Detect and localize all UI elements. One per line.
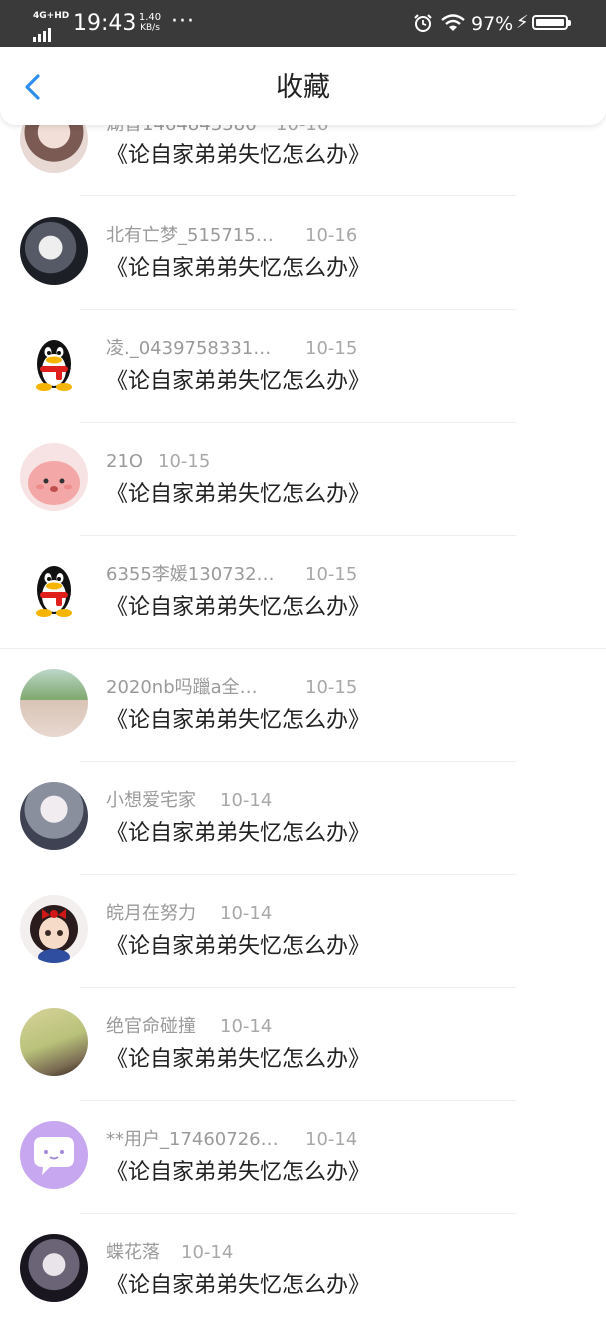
user-name[interactable]: 2020nb吗躐a全… (106, 677, 258, 699)
speed-value: 1.40 (138, 12, 162, 23)
avatar[interactable] (20, 895, 88, 963)
signal-icon: 4G+HD (33, 11, 69, 42)
post-date: 10-16 (305, 225, 358, 246)
list-item[interactable]: **用户_17460726… 10-14 《论自家弟弟失忆怎么办》 (0, 1101, 606, 1214)
post-date: 10-15 (305, 564, 358, 585)
avatar[interactable] (20, 443, 88, 511)
post-date: 10-15 (305, 677, 358, 698)
list-item[interactable]: 北有亡梦_515715… 10-16 《论自家弟弟失忆怎么办》 (0, 197, 606, 310)
favorite-title[interactable]: 《论自家弟弟失忆怎么办》 (106, 1159, 370, 1187)
post-date: 10-14 (220, 1016, 273, 1037)
user-name[interactable]: 蝶花落 (106, 1242, 160, 1264)
wifi-icon (441, 13, 465, 33)
user-name[interactable]: 北有亡梦_515715… (106, 225, 274, 247)
qq-penguin-icon[interactable] (20, 556, 88, 624)
post-date: 10-14 (220, 790, 273, 811)
user-name[interactable]: 皖月在努力 (106, 903, 196, 925)
favorite-title[interactable]: 《论自家弟弟失忆怎么办》 (106, 368, 370, 396)
favorite-title[interactable]: 《论自家弟弟失忆怎么办》 (106, 594, 370, 622)
favorite-title[interactable]: 《论自家弟弟失忆怎么办》 (106, 1272, 370, 1300)
chat-bubble-icon[interactable] (20, 1121, 88, 1189)
post-date: 10-15 (158, 451, 211, 472)
post-date: 10-14 (305, 1129, 358, 1150)
post-date: 10-15 (305, 338, 358, 359)
network-type: 4G+HD (33, 11, 70, 21)
post-date: 10-14 (220, 903, 273, 924)
avatar[interactable] (20, 1234, 88, 1302)
more-notifications-icon: ··· (171, 9, 195, 34)
divider (80, 195, 516, 196)
user-name[interactable]: 6355李媛130732… (106, 564, 275, 586)
user-name[interactable]: 21O (106, 451, 143, 473)
network-speed: 1.40 KB/s (137, 12, 163, 34)
list-item[interactable]: 绝官命碰撞 10-14 《论自家弟弟失忆怎么办》 (0, 988, 606, 1101)
post-date: 10-14 (181, 1242, 234, 1263)
user-name[interactable]: 绝官命碰撞 (106, 1016, 196, 1038)
list-item[interactable]: 凌._0439758331… 10-15 《论自家弟弟失忆怎么办》 (0, 310, 606, 423)
page-title: 收藏 (276, 72, 330, 103)
user-name[interactable]: **用户_17460726… (106, 1129, 279, 1151)
avatar[interactable] (20, 217, 88, 285)
favorites-list: 湖音1464843386 10-16 《论自家弟弟失忆怎么办》 北有亡梦_515… (0, 0, 606, 1302)
top-nav-bar: 收藏 (0, 47, 606, 125)
favorite-title[interactable]: 《论自家弟弟失忆怎么办》 (106, 142, 370, 170)
alarm-icon (413, 13, 433, 33)
favorite-title[interactable]: 《论自家弟弟失忆怎么办》 (106, 1046, 370, 1074)
list-item[interactable]: 6355李媛130732… 10-15 《论自家弟弟失忆怎么办》 (0, 536, 606, 649)
list-item[interactable]: 21O 10-15 《论自家弟弟失忆怎么办》 (0, 423, 606, 536)
user-name[interactable]: 小想爱宅家 (106, 790, 196, 812)
clock: 19:43 (73, 11, 137, 36)
list-item[interactable]: 2020nb吗躐a全… 10-15 《论自家弟弟失忆怎么办》 (0, 649, 606, 762)
qq-penguin-icon[interactable] (20, 330, 88, 398)
avatar[interactable] (20, 1008, 88, 1076)
avatar[interactable] (20, 669, 88, 737)
favorite-title[interactable]: 《论自家弟弟失忆怎么办》 (106, 481, 370, 509)
status-bar: 4G+HD 19:43 1.40 KB/s ··· 97% ⚡ (0, 0, 606, 47)
list-item[interactable]: 皖月在努力 10-14 《论自家弟弟失忆怎么办》 (0, 875, 606, 988)
battery-icon (532, 15, 571, 30)
favorite-title[interactable]: 《论自家弟弟失忆怎么办》 (106, 707, 370, 735)
avatar[interactable] (20, 782, 88, 850)
list-item[interactable]: 小想爱宅家 10-14 《论自家弟弟失忆怎么办》 (0, 762, 606, 875)
favorite-title[interactable]: 《论自家弟弟失忆怎么办》 (106, 820, 370, 848)
list-item[interactable]: 蝶花落 10-14 《论自家弟弟失忆怎么办》 (0, 1214, 606, 1327)
charging-icon: ⚡ (516, 12, 529, 33)
user-name[interactable]: 凌._0439758331… (106, 338, 271, 360)
speed-unit: KB/s (140, 23, 160, 33)
favorite-title[interactable]: 《论自家弟弟失忆怎么办》 (106, 255, 370, 283)
battery-percent: 97% (471, 13, 514, 35)
favorite-title[interactable]: 《论自家弟弟失忆怎么办》 (106, 933, 370, 961)
